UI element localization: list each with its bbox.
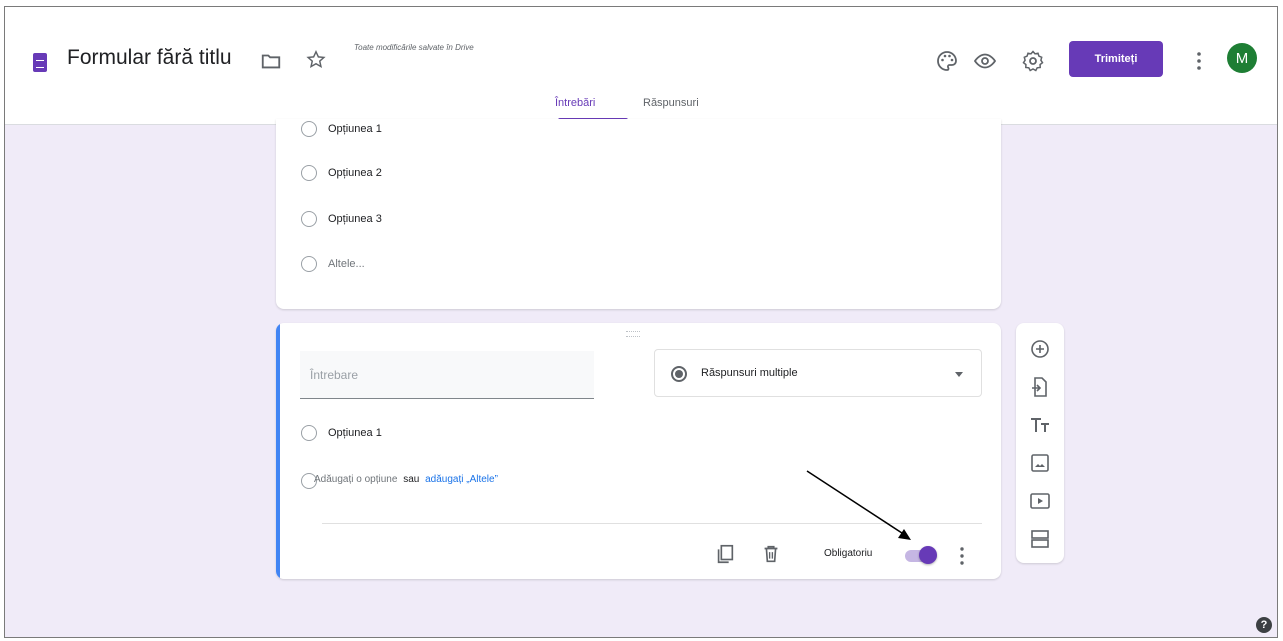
radio-option-icon[interactable]: [301, 211, 317, 227]
add-option-button[interactable]: Adăugați o opțiune: [314, 474, 397, 485]
duplicate-icon[interactable]: [714, 543, 736, 565]
add-image-icon[interactable]: [1028, 451, 1052, 475]
radio-option-icon[interactable]: [301, 256, 317, 272]
option-label[interactable]: Opțiunea 1: [328, 123, 382, 135]
more-vert-icon[interactable]: [1187, 49, 1211, 73]
send-button[interactable]: Trimiteți: [1069, 41, 1163, 77]
or-label: sau: [403, 474, 420, 485]
radio-option-icon[interactable]: [301, 165, 317, 181]
star-icon[interactable]: [305, 49, 327, 71]
question-type-label: Răspunsuri multiple: [701, 367, 798, 379]
help-icon[interactable]: ?: [1256, 617, 1272, 633]
add-question-icon[interactable]: [1028, 337, 1052, 361]
option-label[interactable]: Opțiunea 2: [328, 167, 382, 179]
question-placeholder: Întrebare: [310, 368, 359, 382]
forms-editor-window: Formular fără titlu Toate modificările s…: [4, 6, 1278, 638]
add-section-icon[interactable]: [1028, 527, 1052, 551]
delete-icon[interactable]: [760, 543, 782, 565]
radio-option-icon[interactable]: [301, 425, 317, 441]
option-label[interactable]: Opțiunea 3: [328, 213, 382, 225]
app-header: Formular fără titlu Toate modificările s…: [5, 7, 1277, 125]
toggle-knob: [919, 546, 937, 564]
tab-responses[interactable]: Răspunsuri: [643, 97, 699, 109]
radio-button-checked-icon: [671, 366, 687, 382]
forms-logo-icon[interactable]: [33, 53, 47, 72]
question-type-select[interactable]: Răspunsuri multiple: [654, 349, 982, 397]
add-other-link[interactable]: adăugați „Altele”: [425, 474, 498, 485]
add-title-icon[interactable]: [1028, 413, 1052, 437]
more-vert-icon[interactable]: [952, 545, 972, 567]
question-card-previous[interactable]: Opțiunea 1 Opțiunea 2 Opțiunea 3 Altele.…: [276, 119, 1001, 309]
add-option-row: Adăugați o opțiune sau adăugați „Altele”: [314, 474, 498, 485]
import-questions-icon[interactable]: [1028, 375, 1052, 399]
required-toggle[interactable]: [901, 546, 939, 564]
preview-eye-icon[interactable]: [973, 49, 997, 73]
other-option-label[interactable]: Altele...: [328, 258, 365, 270]
annotation-arrow-icon: [806, 470, 911, 540]
required-label: Obligatoriu: [824, 548, 873, 559]
drag-handle-icon[interactable]: [626, 331, 640, 337]
radio-option-icon[interactable]: [301, 121, 317, 137]
tab-questions[interactable]: Întrebări: [555, 97, 595, 109]
form-title[interactable]: Formular fără titlu: [67, 46, 232, 70]
avatar[interactable]: M: [1227, 43, 1257, 73]
folder-icon[interactable]: [260, 50, 282, 72]
add-video-icon[interactable]: [1028, 489, 1052, 513]
question-title-input[interactable]: Întrebare: [300, 351, 594, 399]
save-status: Toate modificările salvate în Drive: [354, 43, 474, 52]
option-label[interactable]: Opțiunea 1: [328, 427, 382, 439]
dropdown-caret-icon: [955, 372, 963, 377]
palette-icon[interactable]: [935, 49, 959, 73]
question-side-toolbar: [1016, 323, 1064, 563]
active-card-indicator: [276, 323, 280, 579]
settings-gear-icon[interactable]: [1021, 49, 1045, 73]
